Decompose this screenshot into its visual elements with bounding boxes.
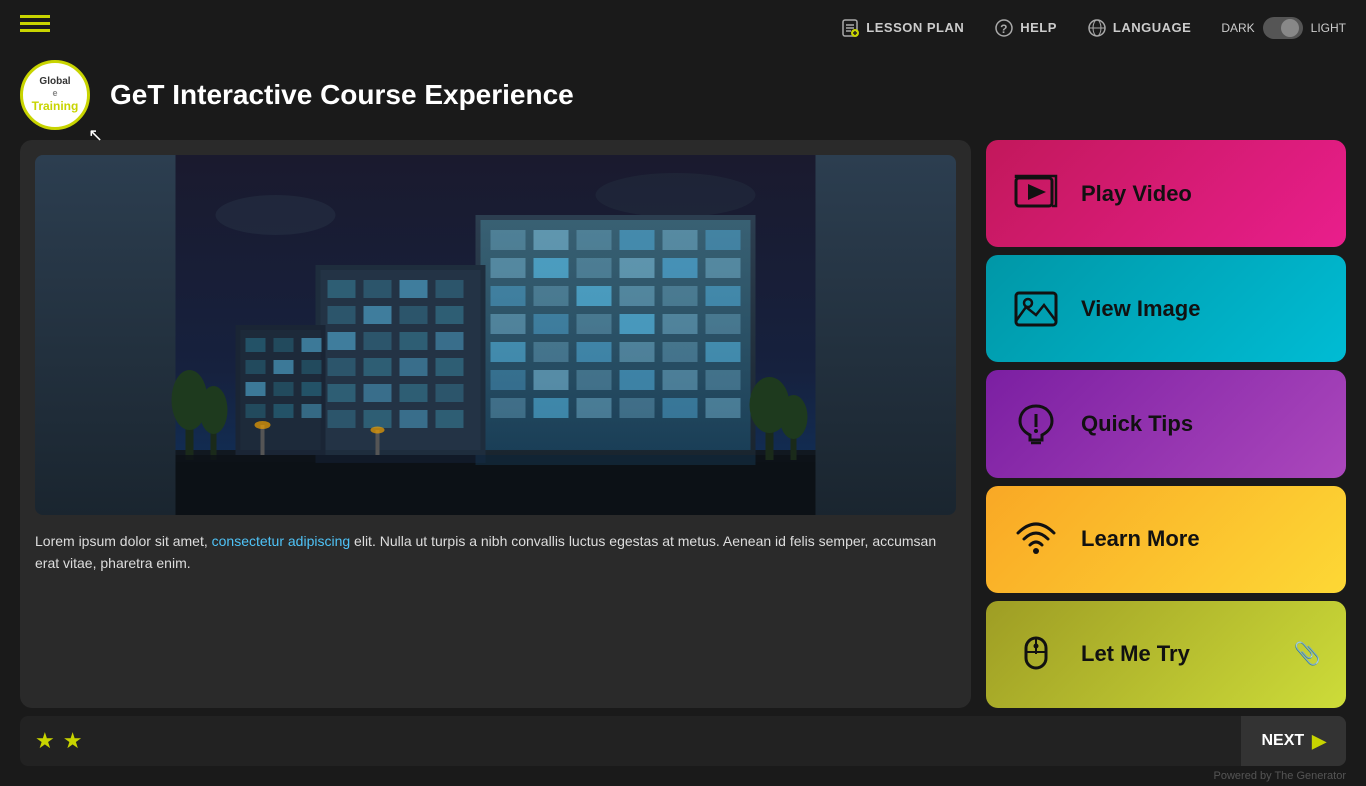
main-content: Lorem ipsum dolor sit amet, consectetur … (0, 140, 1366, 708)
quick-tips-icon (1011, 399, 1061, 449)
right-panel: Play Video View Image (986, 140, 1346, 708)
play-video-icon (1011, 169, 1061, 219)
light-label: LIGHT (1311, 21, 1346, 35)
building-svg (35, 155, 956, 515)
language-button[interactable]: LANGUAGE (1087, 18, 1191, 38)
play-video-button[interactable]: Play Video (986, 140, 1346, 247)
quick-tips-button[interactable]: Quick Tips (986, 370, 1346, 477)
next-arrow-icon: ▶ (1312, 731, 1326, 752)
logo-etraining: Training (32, 99, 79, 113)
header-row: Global e Training GeT Interactive Course… (0, 55, 1366, 140)
logo-global: Global (32, 76, 79, 88)
left-panel: Lorem ipsum dolor sit amet, consectetur … (20, 140, 971, 708)
let-me-try-icon (1011, 629, 1061, 679)
stars-section: ★ ★ (20, 728, 1241, 754)
language-label: LANGUAGE (1113, 20, 1191, 35)
body-text-normal1: Lorem ipsum dolor sit amet, (35, 533, 212, 549)
svg-text:?: ? (1000, 22, 1008, 36)
toggle-thumb (1281, 19, 1299, 37)
language-icon (1087, 18, 1107, 38)
lesson-plan-button[interactable]: LESSON PLAN (840, 18, 964, 38)
star-1: ★ (35, 728, 55, 754)
logo-e: e (32, 88, 79, 99)
powered-by: Powered by The Generator (1214, 770, 1346, 782)
paperclip-icon: 📎 (1294, 641, 1321, 667)
help-icon: ? (994, 18, 1014, 38)
star-2: ★ (63, 728, 83, 754)
help-button[interactable]: ? HELP (994, 18, 1057, 38)
top-bar: LESSON PLAN ? HELP LANGUAGE DARK LIGHT (0, 0, 1366, 55)
page-title: GeT Interactive Course Experience (110, 79, 574, 111)
let-me-try-button[interactable]: Let Me Try 📎 (986, 601, 1346, 708)
help-label: HELP (1020, 20, 1057, 35)
dark-label: DARK (1221, 21, 1254, 35)
view-image-label: View Image (1081, 296, 1200, 322)
footer: Powered by The Generator (0, 766, 1366, 786)
building-image (35, 155, 956, 515)
let-me-try-label: Let Me Try (1081, 641, 1190, 667)
bottom-bar: ★ ★ NEXT ▶ (20, 716, 1346, 766)
next-label: NEXT (1261, 732, 1304, 750)
play-video-label: Play Video (1081, 181, 1192, 207)
lesson-plan-icon (840, 18, 860, 38)
learn-more-label: Learn More (1081, 526, 1200, 552)
body-text: Lorem ipsum dolor sit amet, consectetur … (35, 530, 956, 575)
theme-toggle[interactable]: DARK LIGHT (1221, 17, 1346, 39)
hamburger-menu[interactable] (20, 15, 50, 32)
view-image-icon (1011, 284, 1061, 334)
toggle-track[interactable] (1263, 17, 1303, 39)
learn-more-icon (1011, 514, 1061, 564)
quick-tips-label: Quick Tips (1081, 411, 1193, 437)
logo: Global e Training (20, 60, 90, 130)
body-text-highlight: consectetur adipiscing (212, 533, 351, 549)
view-image-button[interactable]: View Image (986, 255, 1346, 362)
next-button[interactable]: NEXT ▶ (1241, 716, 1346, 766)
lesson-plan-label: LESSON PLAN (866, 20, 964, 35)
learn-more-button[interactable]: Learn More (986, 486, 1346, 593)
